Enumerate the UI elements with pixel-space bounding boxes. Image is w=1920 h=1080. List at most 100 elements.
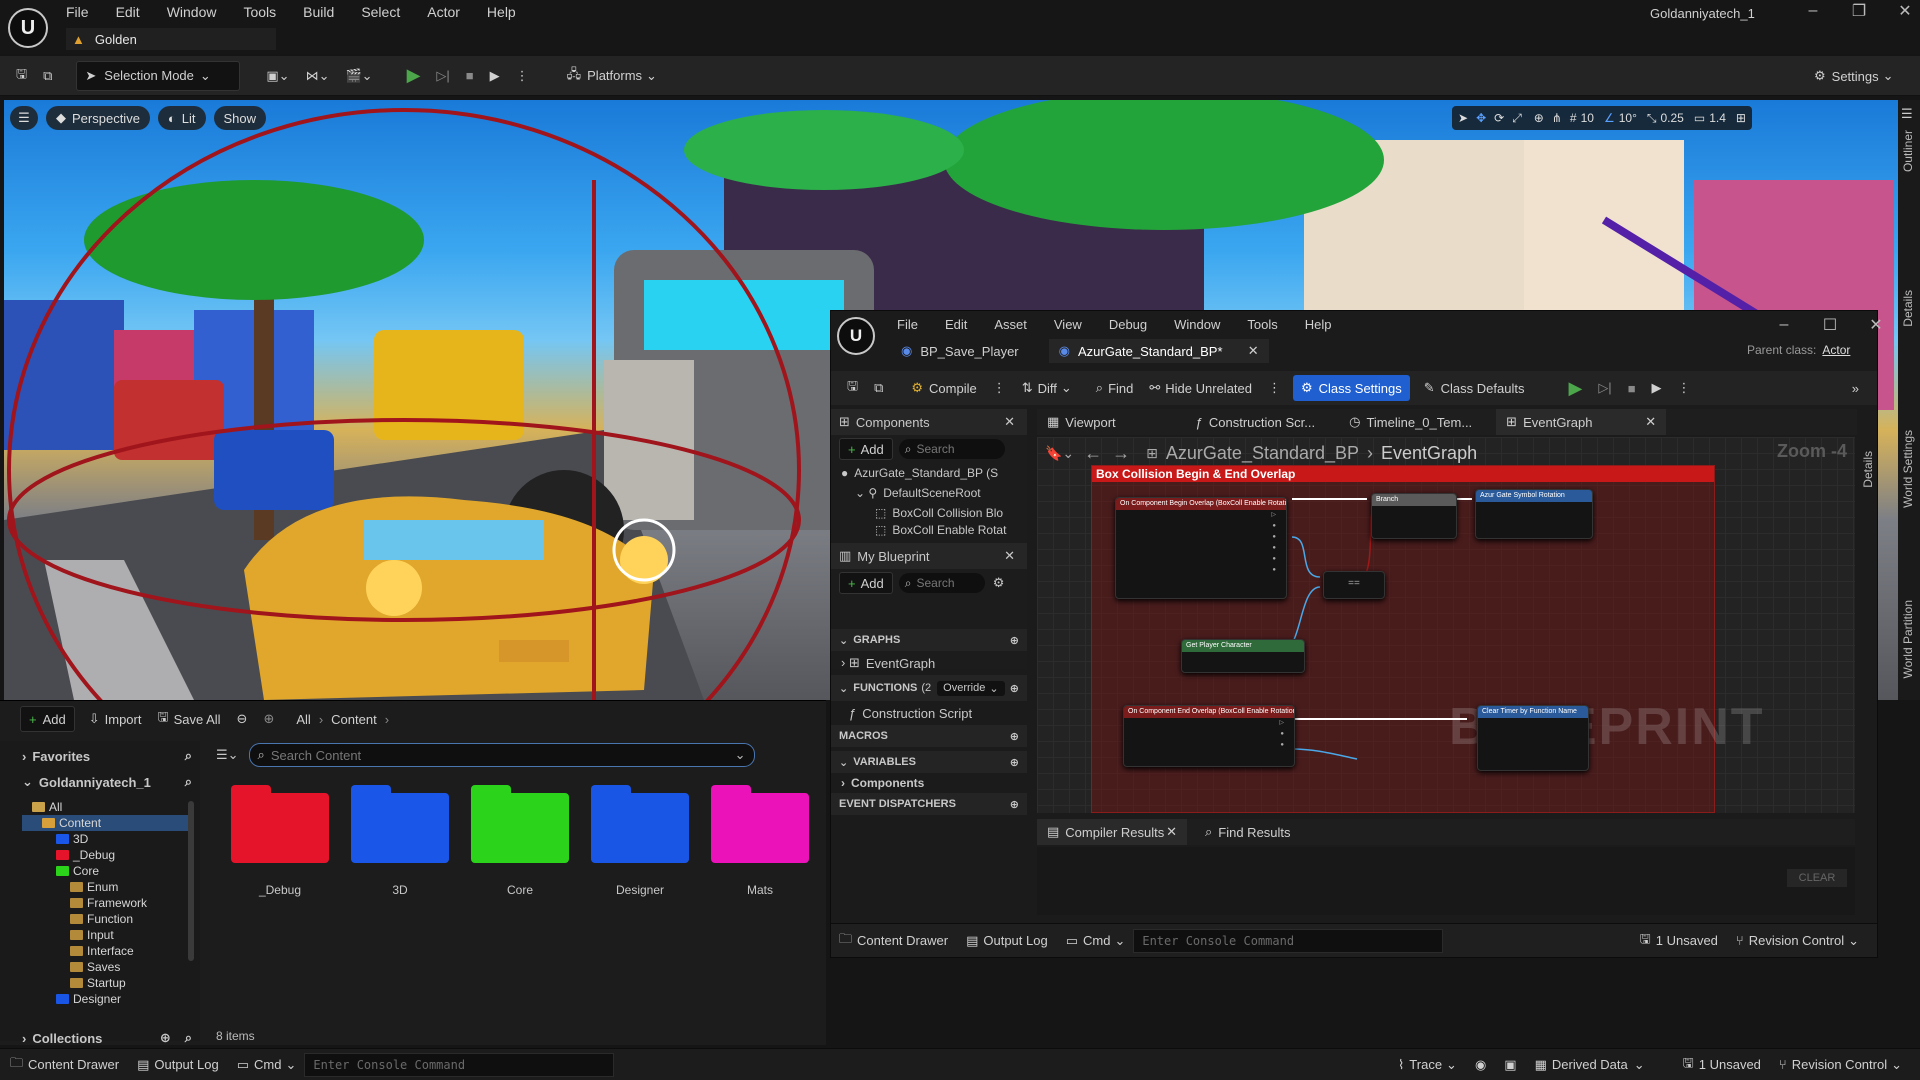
component-search-input[interactable]: ⌕ Search — [898, 439, 1005, 459]
add-macro-icon[interactable]: ⊕ — [1010, 730, 1019, 743]
add-graph-icon[interactable]: ⊕ — [1010, 634, 1019, 647]
rotation-snap-icon[interactable]: ∠ — [1604, 111, 1615, 125]
tree-item-debug[interactable]: _Debug — [22, 847, 190, 863]
revision-control-button[interactable]: ⑂ Revision Control ⌄ — [1779, 1057, 1902, 1073]
menu-file[interactable]: File — [66, 4, 89, 20]
browse-icon[interactable]: ⧉ — [35, 62, 60, 90]
tab-timeline[interactable]: ◷ Timeline_0_Tem... — [1339, 409, 1482, 435]
tree-item-content[interactable]: Content — [22, 815, 190, 831]
tree-item-startup[interactable]: Startup — [22, 975, 190, 991]
more-options-icon[interactable]: ⋮ — [508, 62, 537, 90]
cmd-dropdown[interactable]: ▭ Cmd ⌄ — [237, 1057, 297, 1073]
hide-options-icon[interactable]: ⋮ — [1260, 374, 1289, 402]
menu-view[interactable]: View — [1054, 317, 1082, 332]
menu-window[interactable]: Window — [167, 4, 217, 20]
add-button[interactable]: + Add — [20, 706, 75, 732]
unsaved-button[interactable]: 🖫 1 Unsaved — [1683, 1054, 1761, 1076]
show-button[interactable]: Show — [213, 106, 267, 130]
my-blueprint-search-input[interactable]: ⌕ Search — [898, 573, 985, 593]
history-forward-icon[interactable]: ⊕ — [255, 705, 282, 733]
console-command-input[interactable]: Enter Console Command — [1133, 928, 1444, 953]
component-item[interactable]: ⌄ ⚲ DefaultSceneRoot — [831, 483, 1027, 503]
camera-speed-value[interactable]: 1.4 — [1709, 111, 1726, 125]
search-icon[interactable]: ⌕ — [185, 748, 192, 764]
menu-help[interactable]: Help — [487, 4, 516, 20]
scale-icon[interactable]: ⤢ — [1512, 111, 1522, 126]
node-pin[interactable]: ● — [1116, 543, 1286, 554]
breadcrumb-all[interactable]: All — [288, 705, 318, 733]
menu-window[interactable]: Window — [1174, 317, 1220, 332]
maximize-icon[interactable]: ☐ — [1807, 315, 1853, 335]
close-tab-icon[interactable]: ✕ — [1166, 824, 1177, 840]
menu-file[interactable]: File — [897, 317, 918, 332]
macros-section[interactable]: MACROS ⊕ — [831, 725, 1027, 747]
browse-icon[interactable]: ⧉ — [866, 374, 891, 402]
node-symbol-rotation[interactable]: Azur Gate Symbol Rotation — [1475, 489, 1593, 539]
component-item[interactable]: ⬚ BoxColl Enable Rotat — [831, 523, 1027, 537]
trace-button[interactable]: ⌇ Trace ⌄ — [1398, 1057, 1457, 1073]
compile-button[interactable]: ⚙ Compile — [903, 374, 984, 402]
revision-control-button[interactable]: ⑂ Revision Control ⌄ — [1736, 933, 1859, 949]
output-log-button[interactable]: ▤ Output Log — [137, 1057, 219, 1073]
tree-item-interface[interactable]: Interface — [22, 943, 190, 959]
diff-button[interactable]: ⇅ Diff ⌄ — [1014, 374, 1080, 402]
functions-section[interactable]: ⌄ FUNCTIONS (2 Override ⌄ ⊕ — [831, 675, 1027, 701]
menu-actor[interactable]: Actor — [427, 4, 460, 20]
screenshot-icon[interactable]: ▣ — [1504, 1057, 1516, 1073]
breadcrumb-content[interactable]: Content — [323, 705, 385, 733]
unreal-logo-icon[interactable]: U — [8, 8, 48, 48]
folder-tile[interactable]: Core — [460, 785, 580, 897]
asset-tab-bp-save-player[interactable]: ◉ BP_Save_Player — [891, 339, 1029, 363]
favorites-header[interactable]: › Favorites ⌕ — [22, 745, 192, 767]
node-equals[interactable]: == — [1323, 571, 1385, 599]
rotate-icon[interactable]: ⟳ — [1494, 111, 1504, 125]
grid-snap-value[interactable]: 10 — [1581, 111, 1594, 125]
node-pin[interactable]: ● — [1124, 729, 1294, 740]
folder-tile[interactable]: Designer — [580, 785, 700, 897]
play-options-icon[interactable]: ▶ — [1644, 374, 1670, 402]
node-end-overlap[interactable]: On Component End Overlap (BoxColl Enable… — [1123, 705, 1295, 767]
collections-header[interactable]: › Collections ⊕ ⌕ — [22, 1027, 192, 1049]
import-button[interactable]: ⇩ Import — [81, 705, 150, 733]
menu-tools[interactable]: Tools — [1247, 317, 1277, 332]
menu-tools[interactable]: Tools — [243, 4, 276, 20]
tab-construction-script[interactable]: ƒ Construction Scr... — [1186, 409, 1325, 435]
add-member-button[interactable]: + Add — [839, 572, 893, 594]
variable-category-components[interactable]: › Components — [831, 773, 1027, 793]
console-command-input[interactable]: Enter Console Command — [304, 1052, 615, 1077]
menu-select[interactable]: Select — [361, 4, 400, 20]
select-icon[interactable]: ➤ — [1458, 111, 1468, 125]
grid-snap-icon[interactable]: # — [1570, 111, 1577, 125]
step-icon[interactable]: ▷| — [1590, 374, 1619, 402]
tree-item-saves[interactable]: Saves — [22, 959, 190, 975]
settings-button[interactable]: ⚙ Settings ⌄ — [1806, 62, 1902, 90]
parent-class-link[interactable]: Actor — [1822, 343, 1850, 357]
tree-item-designer[interactable]: Designer — [22, 991, 190, 1007]
asset-tab-azurgate[interactable]: ◉ AzurGate_Standard_BP* ✕ — [1048, 339, 1269, 363]
level-tab[interactable]: ▲ Golden — [66, 28, 276, 50]
node-pin[interactable]: ▷ — [1116, 510, 1286, 521]
node-pin[interactable]: ▷ — [1124, 718, 1294, 729]
project-header[interactable]: ⌄ Goldanniyatech_1 ⌕ — [22, 771, 192, 793]
tab-compiler-results[interactable]: ▤ Compiler Results ✕ — [1037, 819, 1187, 845]
rotation-snap-value[interactable]: 10° — [1619, 111, 1637, 125]
close-tab-icon[interactable]: ✕ — [1004, 548, 1015, 564]
list-icon[interactable]: ☰ — [1901, 106, 1913, 122]
tree-item-3d[interactable]: 3D — [22, 831, 190, 847]
node-clear-timer[interactable]: Clear Timer by Function Name — [1477, 705, 1589, 771]
menu-edit[interactable]: Edit — [116, 4, 140, 20]
world-icon[interactable]: ⊕ — [1534, 111, 1544, 125]
tab-viewport[interactable]: ▦ Viewport — [1037, 409, 1126, 435]
viewport-menu-icon[interactable]: ☰ — [10, 106, 38, 130]
filter-icon[interactable]: ☰⌄ — [216, 747, 239, 763]
graph-item-eventgraph[interactable]: › ⊞ EventGraph — [831, 651, 1027, 675]
more-options-icon[interactable]: ⋮ — [1670, 374, 1699, 402]
hide-unrelated-button[interactable]: ⚯ Hide Unrelated — [1141, 374, 1260, 402]
close-tab-icon[interactable]: ✕ — [1248, 343, 1259, 359]
tab-find-results[interactable]: ⌕ Find Results — [1195, 819, 1301, 845]
world-partition-tab[interactable]: World Partition — [1901, 600, 1915, 678]
play-icon[interactable]: ▶ — [1560, 374, 1590, 402]
close-icon[interactable]: ✕ — [1882, 1, 1920, 21]
node-branch[interactable]: Branch — [1371, 493, 1457, 539]
cmd-dropdown[interactable]: ▭ Cmd ⌄ — [1066, 933, 1126, 949]
